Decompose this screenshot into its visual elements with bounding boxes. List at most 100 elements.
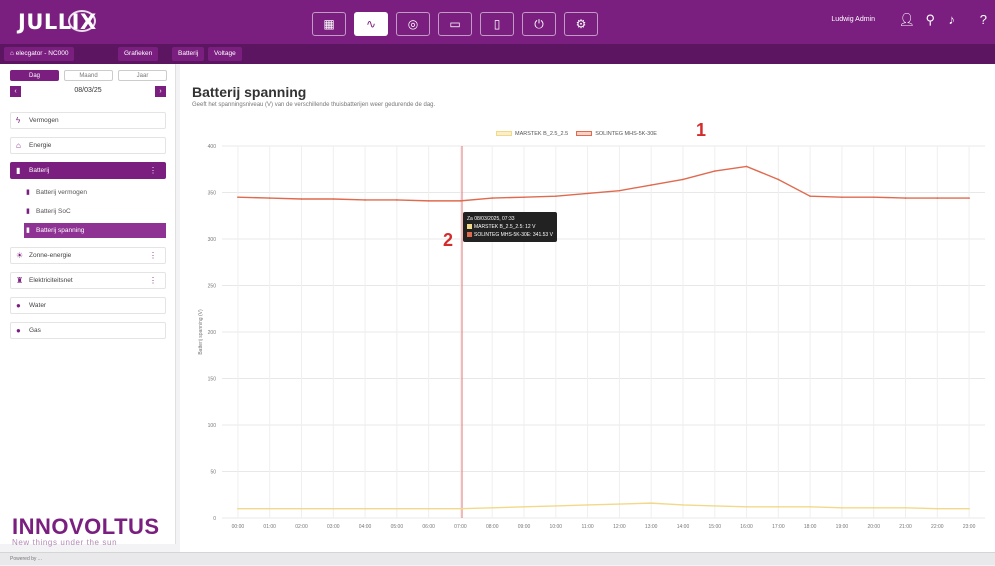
more-icon[interactable]: ⋮ bbox=[149, 163, 157, 178]
data-point[interactable] bbox=[809, 506, 811, 508]
bell-icon[interactable]: ♪ bbox=[949, 12, 956, 27]
tab-day[interactable]: Dag bbox=[10, 70, 59, 81]
sidebar-item-label: Vermogen bbox=[29, 117, 59, 124]
data-point[interactable] bbox=[841, 196, 843, 198]
data-point[interactable] bbox=[364, 507, 366, 510]
nav-battery-button[interactable]: ▭ bbox=[438, 12, 472, 36]
data-point[interactable] bbox=[332, 507, 335, 510]
nav-devices-button[interactable]: ▯ bbox=[480, 12, 514, 36]
data-point[interactable] bbox=[459, 200, 462, 202]
breadcrumb-item-charts[interactable]: Grafieken bbox=[118, 47, 159, 61]
series-line-marstek[interactable] bbox=[237, 502, 970, 510]
data-point[interactable] bbox=[777, 506, 780, 508]
voltage-chart[interactable]: 0 50 100 150 200 250 300 350 400 00:00 01:00 02:00 0… bbox=[180, 64, 995, 552]
data-point[interactable] bbox=[872, 196, 875, 198]
user-name[interactable]: Ludwig Admin bbox=[831, 16, 875, 23]
data-point[interactable] bbox=[936, 197, 939, 199]
data-point[interactable] bbox=[427, 200, 430, 202]
sidebar-item-gas[interactable]: ● Gas bbox=[10, 322, 166, 339]
more-icon[interactable]: ⋮ bbox=[149, 273, 157, 288]
data-point[interactable] bbox=[268, 507, 271, 510]
data-point[interactable] bbox=[491, 506, 494, 509]
y-tick-label: 200 bbox=[208, 330, 217, 336]
data-point[interactable] bbox=[364, 199, 366, 201]
next-day-icon[interactable]: › bbox=[155, 86, 166, 97]
data-point[interactable] bbox=[682, 178, 684, 181]
data-point[interactable] bbox=[396, 199, 398, 201]
more-icon[interactable]: ⋮ bbox=[149, 248, 157, 263]
data-point[interactable] bbox=[841, 506, 843, 509]
data-point[interactable] bbox=[904, 197, 907, 199]
tab-month[interactable]: Maand bbox=[64, 70, 113, 81]
x-tick-label: 22:00 bbox=[931, 524, 944, 530]
data-point[interactable] bbox=[237, 507, 239, 510]
data-point[interactable] bbox=[968, 507, 970, 510]
sun-icon: ☀ bbox=[16, 251, 24, 260]
nav-charts-button[interactable]: ∿ bbox=[354, 12, 388, 36]
data-point[interactable] bbox=[936, 507, 939, 510]
gear-icon: ⚙ bbox=[575, 17, 587, 31]
data-point[interactable] bbox=[650, 184, 652, 186]
data-point[interactable] bbox=[745, 165, 748, 168]
user-icon[interactable]: 👤︎ bbox=[898, 12, 915, 28]
series-line-solinteg[interactable] bbox=[237, 165, 970, 202]
data-point[interactable] bbox=[650, 502, 652, 504]
data-point[interactable] bbox=[555, 195, 557, 198]
tooltip-header: Za 08/03/2025, 07:33 bbox=[467, 216, 515, 222]
breadcrumb-item-battery[interactable]: Batterij bbox=[172, 47, 205, 61]
tab-year[interactable]: Jaar bbox=[118, 70, 167, 81]
data-point[interactable] bbox=[523, 196, 525, 198]
data-point[interactable] bbox=[523, 506, 525, 508]
data-point[interactable] bbox=[491, 197, 494, 199]
subitem-label: Batterij vermogen bbox=[36, 189, 87, 196]
data-point[interactable] bbox=[618, 503, 621, 505]
sidebar-subitem-battery-voltage[interactable]: ▮ Batterij spanning bbox=[24, 223, 166, 238]
data-point[interactable] bbox=[459, 507, 462, 510]
nav-plug-button[interactable]: ⏻ bbox=[522, 12, 556, 36]
search-icon[interactable]: ⚲ bbox=[925, 12, 935, 28]
annotation-2: 2 bbox=[443, 230, 454, 250]
data-point[interactable] bbox=[300, 198, 303, 200]
subitem-label: Batterij spanning bbox=[36, 227, 85, 234]
x-tick-label: 17:00 bbox=[772, 524, 785, 530]
data-point[interactable] bbox=[713, 505, 716, 507]
sidebar-item-energie[interactable]: ⌂ Energie bbox=[10, 137, 166, 154]
help-icon[interactable]: ? bbox=[980, 12, 987, 27]
data-point[interactable] bbox=[904, 506, 907, 509]
data-point[interactable] bbox=[586, 504, 589, 506]
sidebar-item-vermogen[interactable]: ϟ Vermogen bbox=[10, 112, 166, 129]
data-point[interactable] bbox=[300, 507, 303, 510]
data-point[interactable] bbox=[555, 505, 557, 507]
data-point[interactable] bbox=[586, 192, 589, 195]
data-point[interactable] bbox=[809, 195, 811, 198]
sidebar-item-elektriciteitsnet[interactable]: ♜ Elektriciteitsnet ⋮ bbox=[10, 272, 166, 289]
y-tick-label: 400 bbox=[208, 144, 217, 150]
x-tick-label: 06:00 bbox=[422, 524, 435, 530]
data-point[interactable] bbox=[745, 506, 748, 508]
sidebar-subitem-battery-power[interactable]: ▮ Batterij vermogen bbox=[24, 185, 166, 200]
data-point[interactable] bbox=[618, 189, 621, 192]
sidebar-item-batterij[interactable]: ▮ Batterij ⋮ bbox=[10, 162, 166, 179]
sidebar-item-zonne-energie[interactable]: ☀ Zonne-energie ⋮ bbox=[10, 247, 166, 264]
data-point[interactable] bbox=[427, 507, 430, 510]
data-point[interactable] bbox=[237, 196, 239, 198]
lightning-icon: ϟ bbox=[16, 116, 21, 125]
x-tick-label: 16:00 bbox=[740, 524, 753, 530]
nav-settings-button[interactable]: ⚙ bbox=[564, 12, 598, 36]
date-picker[interactable]: ‹ 08/03/25 › bbox=[10, 86, 166, 99]
data-point[interactable] bbox=[713, 170, 716, 172]
data-point[interactable] bbox=[332, 198, 335, 200]
sidebar-subitem-battery-soc[interactable]: ▮ Batterij SoC bbox=[24, 204, 166, 219]
data-point[interactable] bbox=[872, 506, 875, 509]
data-point[interactable] bbox=[968, 197, 970, 199]
sidebar-item-water[interactable]: ● Water bbox=[10, 297, 166, 314]
data-point[interactable] bbox=[682, 504, 684, 506]
breadcrumb-item-voltage[interactable]: Voltage bbox=[208, 47, 242, 61]
nav-insights-button[interactable]: ◎ bbox=[396, 12, 430, 36]
battery-power-icon: ▮ bbox=[26, 189, 30, 196]
data-point[interactable] bbox=[777, 178, 780, 181]
data-point[interactable] bbox=[268, 197, 271, 199]
breadcrumb-home[interactable]: ⌂ elecgator - NC000 bbox=[4, 47, 75, 61]
data-point[interactable] bbox=[396, 507, 398, 510]
nav-dashboard-button[interactable]: ▦ bbox=[312, 12, 346, 36]
